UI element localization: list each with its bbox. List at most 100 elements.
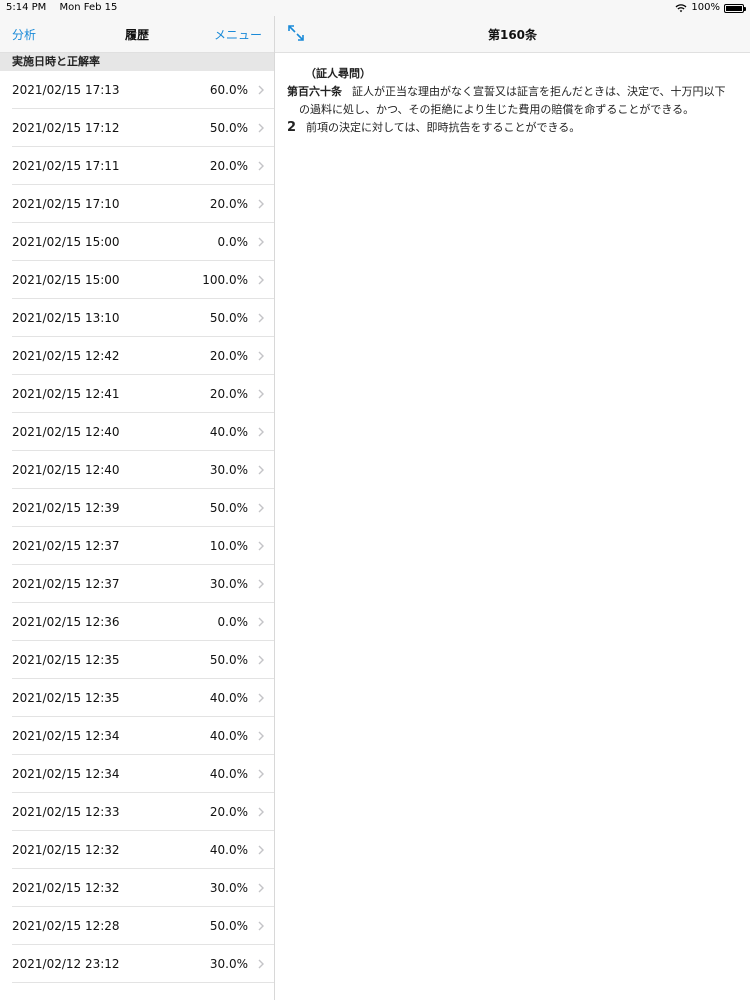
chevron-right-icon [258,807,264,817]
history-row-rate: 20.0% [209,387,248,401]
history-row-rate: 50.0% [209,653,248,667]
history-row[interactable]: 2021/02/15 12:36 0.0% [0,603,274,641]
history-row[interactable]: 2021/02/15 12:32 30.0% [0,869,274,907]
history-row-rate: 40.0% [209,843,248,857]
battery-percent: 100% [691,2,720,13]
chevron-right-icon [258,731,264,741]
history-row[interactable]: 2021/02/15 12:34 40.0% [0,717,274,755]
article-caption: （証人尋問） [305,67,371,80]
section-header: 実施日時と正解率 [0,53,274,71]
history-row[interactable]: 2021/02/15 12:40 30.0% [0,451,274,489]
chevron-right-icon [258,579,264,589]
history-row[interactable]: 2021/02/15 12:34 40.0% [0,755,274,793]
chevron-right-icon [258,427,264,437]
history-panel: 分析 履歴 メニュー 実施日時と正解率 2021/02/15 17:13 60.0… [0,16,275,1000]
chevron-right-icon [258,313,264,323]
chevron-right-icon [258,199,264,209]
article-paragraph-1: 第百六十条 証人が正当な理由がなく宣誓又は証言を拒んだときは、決定で、十万円以下の… [287,83,736,119]
article-number: 第百六十条 [287,85,342,98]
history-row[interactable]: 2021/02/15 12:41 20.0% [0,375,274,413]
chevron-right-icon [258,161,264,171]
history-row[interactable]: 2021/02/15 15:00 0.0% [0,223,274,261]
battery-icon [724,3,746,13]
chevron-right-icon [258,275,264,285]
history-row[interactable]: 2021/02/15 12:32 40.0% [0,831,274,869]
chevron-right-icon [258,465,264,475]
history-row-date: 2021/02/15 12:39 [12,501,120,515]
history-row-date: 2021/02/15 12:32 [12,881,120,895]
menu-button[interactable]: メニュー [214,26,262,43]
history-row[interactable]: 2021/02/15 12:37 10.0% [0,527,274,565]
history-row-rate: 20.0% [209,197,248,211]
history-row-rate: 30.0% [209,577,248,591]
history-row-rate: 50.0% [209,501,248,515]
history-row[interactable]: 2021/02/15 17:10 20.0% [0,185,274,223]
history-row[interactable]: 2021/02/15 13:10 50.0% [0,299,274,337]
article-nav-bar: 第160条 [275,16,750,53]
history-row-date: 2021/02/15 12:35 [12,691,120,705]
status-bar: 5:14 PM Mon Feb 15 100% [0,0,750,16]
history-row-date: 2021/02/15 12:41 [12,387,120,401]
history-row[interactable]: 2021/02/15 12:39 50.0% [0,489,274,527]
history-row[interactable]: 2021/02/15 12:40 40.0% [0,413,274,451]
history-row-rate: 40.0% [209,425,248,439]
history-row-rate: 0.0% [217,235,249,249]
history-row-date: 2021/02/15 15:00 [12,235,120,249]
chevron-right-icon [258,503,264,513]
history-row-rate: 30.0% [209,463,248,477]
history-row[interactable]: 2021/02/12 23:12 30.0% [0,945,274,983]
history-row-date: 2021/02/15 12:42 [12,349,120,363]
history-row-rate: 40.0% [209,691,248,705]
chevron-right-icon [258,237,264,247]
history-row-date: 2021/02/15 12:34 [12,729,120,743]
history-row-date: 2021/02/15 12:34 [12,767,120,781]
chevron-right-icon [258,351,264,361]
chevron-right-icon [258,655,264,665]
history-row-date: 2021/02/15 17:12 [12,121,120,135]
article-panel: 第160条 （証人尋問） 第百六十条 証人が正当な理由がなく宣誓又は証言を拒んだと… [275,16,750,1000]
history-row-date: 2021/02/15 12:36 [12,615,120,629]
paragraph-2-number: 2 [287,120,297,135]
article-paragraph-2: 2 前項の決定に対しては、即時抗告をすることができる。 [287,119,736,137]
article-text: 証人が正当な理由がなく宣誓又は証言を拒んだときは、決定で、十万円以下の過料に処し… [299,85,726,116]
history-row-date: 2021/02/15 12:33 [12,805,120,819]
chevron-right-icon [258,389,264,399]
history-row[interactable]: 2021/02/15 12:35 50.0% [0,641,274,679]
history-row[interactable]: 2021/02/15 12:33 20.0% [0,793,274,831]
history-row-rate: 50.0% [209,311,248,325]
history-row[interactable]: 2021/02/15 17:13 60.0% [0,71,274,109]
history-row-date: 2021/02/15 17:13 [12,83,120,97]
status-right: 100% [675,0,746,16]
chevron-right-icon [258,845,264,855]
history-row-rate: 40.0% [209,767,248,781]
history-row-rate: 10.0% [209,539,248,553]
history-list: 2021/02/15 17:13 60.0% 2021/02/15 17:12 50.… [0,71,274,983]
history-row-rate: 20.0% [209,349,248,363]
history-row[interactable]: 2021/02/15 12:42 20.0% [0,337,274,375]
history-row-rate: 30.0% [209,881,248,895]
history-row[interactable]: 2021/02/15 15:00 100.0% [0,261,274,299]
history-row[interactable]: 2021/02/15 12:35 40.0% [0,679,274,717]
history-row[interactable]: 2021/02/15 12:37 30.0% [0,565,274,603]
history-row-rate: 50.0% [209,919,248,933]
status-time: 5:14 PM [6,2,47,13]
history-row-rate: 20.0% [209,805,248,819]
status-left: 5:14 PM Mon Feb 15 [6,0,127,16]
article-body: （証人尋問） 第百六十条 証人が正当な理由がなく宣誓又は証言を拒んだときは、決定で… [275,53,750,137]
history-row-date: 2021/02/15 12:37 [12,539,120,553]
history-row-date: 2021/02/15 12:40 [12,425,120,439]
article-title: 第160条 [487,28,538,42]
paragraph-2-text: 前項の決定に対しては、即時抗告をすることができる。 [306,121,581,134]
history-row-date: 2021/02/15 17:11 [12,159,120,173]
history-row[interactable]: 2021/02/15 12:28 50.0% [0,907,274,945]
chevron-right-icon [258,85,264,95]
history-row-rate: 0.0% [217,615,249,629]
chevron-right-icon [258,617,264,627]
history-row[interactable]: 2021/02/15 17:12 50.0% [0,109,274,147]
history-row-date: 2021/02/15 12:35 [12,653,120,667]
history-row-date: 2021/02/15 13:10 [12,311,120,325]
history-nav-bar: 分析 履歴 メニュー [0,16,274,53]
history-row-rate: 100.0% [202,273,248,287]
history-row[interactable]: 2021/02/15 17:11 20.0% [0,147,274,185]
chevron-right-icon [258,123,264,133]
